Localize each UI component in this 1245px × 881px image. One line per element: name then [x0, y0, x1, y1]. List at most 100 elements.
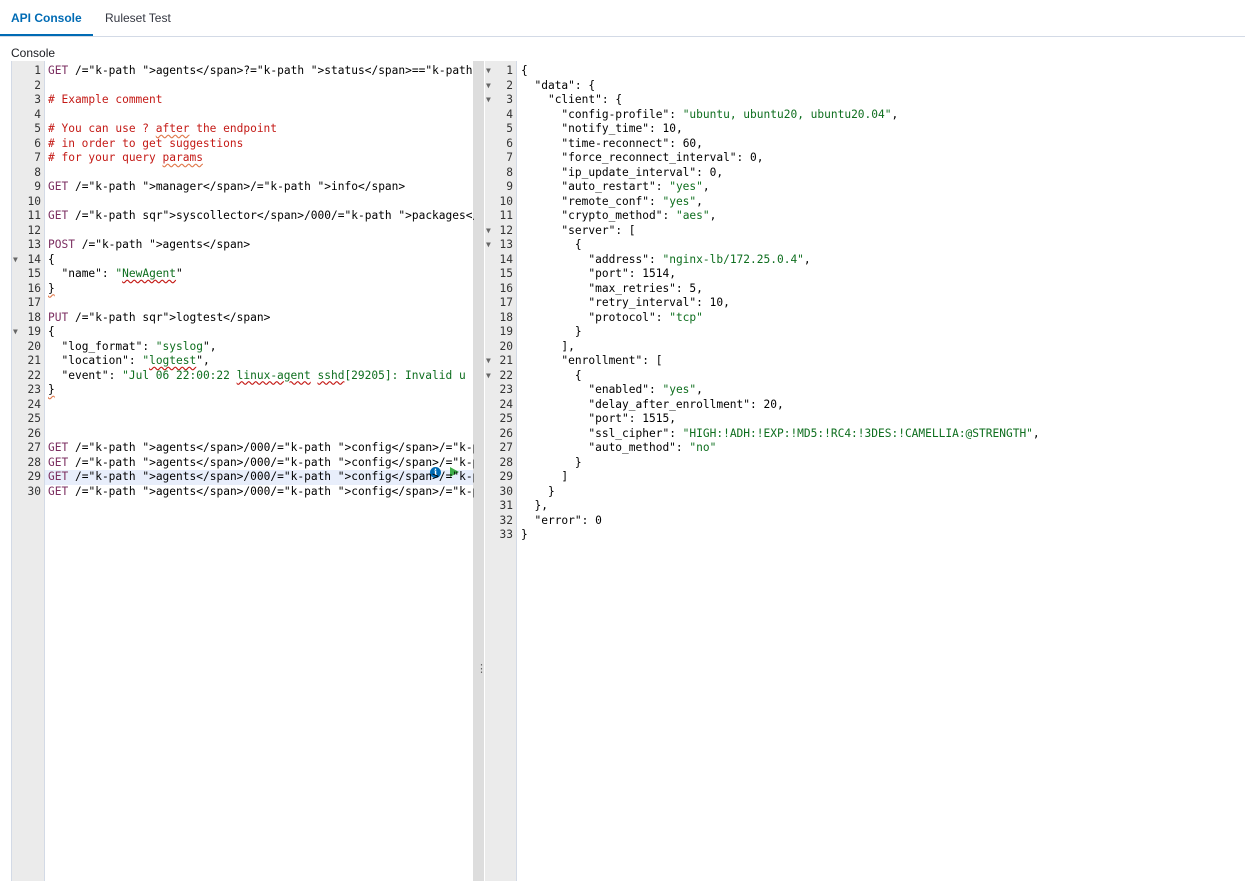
response-line-number: 23: [499, 383, 513, 396]
request-line-number: 25: [27, 412, 41, 425]
request-code-line[interactable]: GET /="k-path ">agents</span>/000/="k-pa…: [48, 470, 474, 485]
fold-arrow-icon[interactable]: ▼: [13, 325, 21, 340]
response-line-number: 6: [506, 136, 513, 150]
response-code-line: "data": {: [534, 78, 596, 92]
response-code-line: "delay_after_enrollment": 20,: [588, 397, 784, 411]
request-code[interactable]: GET /="k-path ">agents</span>?="k-path "…: [48, 61, 474, 881]
response-line-number: 17: [499, 296, 513, 309]
request-code-line[interactable]: "name": "NewAgent": [48, 267, 182, 282]
tab-api-console[interactable]: API Console: [0, 0, 93, 36]
request-code-line[interactable]: GET /="k-path ">manager</span>/="k-path …: [48, 180, 405, 195]
response-line-number: 14: [499, 252, 513, 266]
request-code-line[interactable]: # You can use ? after the endpoint: [48, 122, 277, 137]
request-code-line[interactable]: {: [48, 253, 55, 268]
response-line-number: 5: [506, 122, 513, 135]
response-line-number: 27: [499, 441, 513, 454]
request-line-number: 12: [27, 223, 41, 237]
request-line-number: 21: [27, 354, 41, 367]
response-line-number: 25: [499, 412, 513, 425]
response-code-line: "client": {: [547, 93, 623, 106]
request-line-number: 30: [27, 484, 41, 498]
response-code-line: }: [521, 528, 528, 541]
response-code-line: "crypto_method": "aes",: [561, 209, 717, 222]
tab-ruleset-test[interactable]: Ruleset Test: [93, 0, 183, 36]
response-line-number: 28: [499, 455, 513, 469]
response-code-line: "ip_update_interval": 0,: [561, 165, 724, 179]
response-code-line: }: [521, 455, 582, 469]
response-code-line: "port": 1514,: [588, 267, 676, 280]
response-line-number: 24: [499, 397, 513, 411]
response-line-number: 11: [499, 209, 513, 222]
request-line-number: 1: [34, 64, 41, 77]
fold-arrow-icon[interactable]: ▼: [486, 79, 494, 94]
response-line-number: 9: [506, 180, 513, 193]
response-code-line: "auto_method": "no": [588, 441, 717, 454]
request-code-line[interactable]: # in order to get suggestions: [48, 137, 243, 152]
request-line-number: 16: [27, 281, 41, 295]
request-code-line[interactable]: # Example comment: [48, 93, 163, 108]
response-code-line: "error": 0: [534, 513, 602, 527]
fold-arrow-icon[interactable]: ▼: [486, 93, 494, 108]
response-gutter: 1 ▼ 2 ▼ 3 ▼ 4 5 6 7 8 9 10 11 12 ▼ 13 ▼ 14 15 16 17 18 19 20 21 ▼ 2…: [485, 61, 517, 881]
request-gutter: 1 2 3 4 5 6 7 8 9 10 11 12 13 14 ▼ 15 16 17 18 19 ▼ 20 21 22 23 2…: [12, 61, 45, 881]
request-line-number: 9: [34, 180, 41, 193]
response-line-number: 7: [506, 151, 513, 164]
request-line-number: 29: [27, 470, 41, 483]
response-line-number: 31: [499, 499, 513, 512]
request-line-number: 3: [34, 93, 41, 106]
response-line-number: 4: [506, 107, 513, 121]
request-line-number: 27: [27, 441, 41, 454]
request-editor[interactable]: 1 2 3 4 5 6 7 8 9 10 11 12 13 14 ▼ 15 16 17 18 19 ▼ 20 21 22 23 2…: [11, 61, 474, 881]
request-line-number: 22: [27, 368, 41, 382]
request-line-number: 15: [27, 267, 41, 280]
response-code-line: ]: [521, 470, 569, 483]
tab-bar: API Console Ruleset Test: [0, 0, 1245, 37]
fold-arrow-icon[interactable]: ▼: [486, 354, 494, 369]
request-line-number: 28: [27, 455, 41, 469]
fold-arrow-icon[interactable]: ▼: [486, 224, 494, 239]
request-line-number: 10: [27, 194, 41, 208]
console-label: Console: [11, 46, 56, 60]
response-code-line: "config-profile": "ubuntu, ubuntu20, ubu…: [561, 107, 899, 121]
request-code-line[interactable]: GET /="k-path ">agents</span>/000/="k-pa…: [48, 441, 474, 456]
response-code-line: "remote_conf": "yes",: [561, 194, 703, 208]
response-line-number: 30: [499, 484, 513, 498]
request-code-line[interactable]: GET /="k-path ">agents</span>/000/="k-pa…: [48, 456, 474, 471]
request-line-number: 17: [27, 296, 41, 309]
response-code: { "data": { "client": { "config-profile"…: [521, 61, 1245, 881]
response-line-number: 20: [499, 339, 513, 353]
request-line-number: 7: [34, 151, 41, 164]
response-line-number: 32: [499, 513, 513, 527]
request-line-number: 11: [27, 209, 41, 222]
request-code-line[interactable]: "log_format": "syslog",: [48, 340, 216, 355]
response-code-line: "server": [: [561, 223, 636, 237]
request-code-line[interactable]: "location": "logtest",: [48, 354, 209, 369]
request-code-line[interactable]: # for your query params: [48, 151, 203, 166]
request-code-line[interactable]: {: [48, 325, 55, 340]
response-code-line: "protocol": "tcp": [588, 310, 703, 324]
pane-divider[interactable]: [473, 61, 484, 881]
request-line-number: 24: [27, 397, 41, 411]
response-code-line: {: [521, 368, 582, 382]
fold-arrow-icon[interactable]: ▼: [13, 253, 21, 268]
fold-arrow-icon[interactable]: ▼: [486, 369, 494, 384]
request-line-number: 20: [27, 339, 41, 353]
request-code-line[interactable]: GET /="k-path ">agents</span>/000/="k-pa…: [48, 485, 474, 500]
response-code-line: ],: [521, 339, 575, 353]
response-code-line: {: [521, 64, 528, 77]
request-code-line[interactable]: "event": "Jul 06 22:00:22 linux-agent ss…: [48, 369, 465, 384]
response-code-line: "notify_time": 10,: [561, 122, 683, 135]
request-code-line[interactable]: }: [48, 383, 55, 398]
request-code-line[interactable]: PUT /="k-path sqr">logtest</span>: [48, 311, 270, 326]
request-code-line[interactable]: GET /="k-path ">agents</span>?="k-path "…: [48, 64, 474, 79]
request-line-number: 5: [34, 122, 41, 135]
response-line-number: 19: [499, 325, 513, 338]
response-code-line: }: [521, 484, 555, 498]
request-code-line[interactable]: }: [48, 282, 55, 297]
request-code-line[interactable]: GET /="k-path sqr">syscollector</span>/0…: [48, 209, 474, 224]
fold-arrow-icon[interactable]: ▼: [486, 64, 494, 79]
response-code-line: "time-reconnect": 60,: [561, 136, 703, 150]
request-line-number: 6: [34, 136, 41, 150]
fold-arrow-icon[interactable]: ▼: [486, 238, 494, 253]
request-code-line[interactable]: POST /="k-path ">agents</span>: [48, 238, 250, 253]
